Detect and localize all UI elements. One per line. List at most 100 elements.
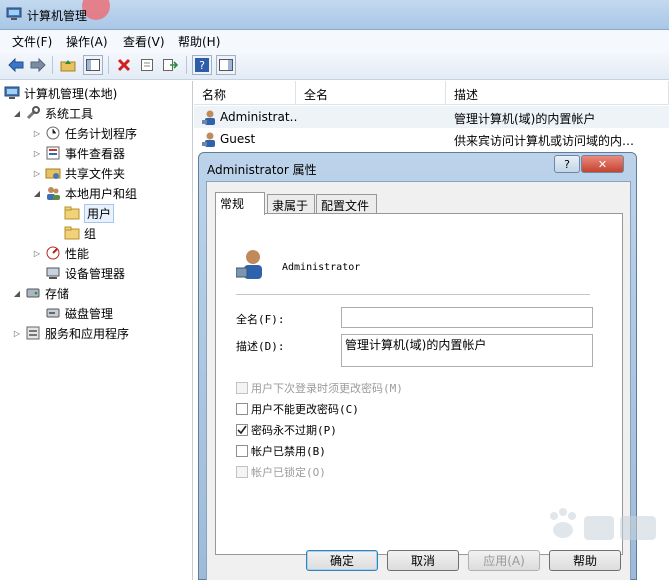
expand-arrow-icon[interactable]: ▷	[32, 149, 42, 158]
performance-icon	[45, 245, 61, 261]
tab-general[interactable]: 常规	[215, 192, 265, 215]
checkbox-label: 帐户已锁定(O)	[251, 466, 326, 479]
event-viewer-icon	[45, 145, 61, 161]
tree-item-label: 计算机管理(本地)	[24, 86, 118, 101]
toolbar-separator	[186, 56, 187, 74]
action-pane-icon[interactable]	[216, 55, 236, 75]
checkbox-account-locked[interactable]: 帐户已锁定(O)	[236, 464, 326, 480]
back-icon[interactable]	[6, 55, 26, 75]
checkbox-label: 用户下次登录时须更改密码(M)	[251, 382, 403, 395]
checkbox-box[interactable]	[236, 403, 248, 415]
tree-item-label: 本地用户和组	[65, 186, 138, 201]
ok-button[interactable]: 确定	[306, 550, 378, 571]
description-field[interactable]: 管理计算机(域)的内置帐户	[341, 334, 593, 367]
navigation-tree: 计算机管理(本地) ◢ 系统工具 ▷ 任务计划程序 ▷ 事件查看器 ▷ 共享文件…	[0, 81, 193, 580]
shared-folder-icon	[45, 165, 61, 181]
tree-item-shared-folders[interactable]: ▷ 共享文件夹	[32, 163, 125, 183]
checkbox-box[interactable]	[236, 466, 248, 478]
tab-profile[interactable]: 配置文件	[316, 194, 377, 214]
checkbox-box[interactable]	[236, 382, 248, 394]
expand-arrow-icon[interactable]: ▷	[32, 249, 42, 258]
storage-icon	[25, 285, 41, 301]
up-folder-icon[interactable]	[58, 55, 78, 75]
checkbox-box[interactable]	[236, 424, 248, 436]
checkbox-box[interactable]	[236, 445, 248, 457]
services-icon	[25, 325, 41, 341]
user-icon	[202, 131, 218, 150]
expand-arrow-icon[interactable]: ▷	[12, 329, 22, 338]
tab-member-of[interactable]: 隶属于	[267, 194, 315, 214]
user-name-cell: Guest	[220, 132, 256, 146]
tree-item-task-scheduler[interactable]: ▷ 任务计划程序	[32, 123, 137, 143]
forward-icon[interactable]	[28, 55, 48, 75]
tree-item-label: 性能	[65, 246, 90, 261]
column-header-description[interactable]: 描述	[446, 81, 669, 105]
disk-icon	[45, 305, 61, 321]
menu-view[interactable]: 查看(V)	[123, 33, 165, 50]
export-list-icon[interactable]	[160, 55, 180, 75]
menu-action[interactable]: 操作(A)	[66, 33, 108, 50]
checkbox-label: 帐户已禁用(B)	[251, 445, 326, 458]
tree-item-users[interactable]: 用户	[64, 203, 115, 223]
cancel-button[interactable]: 取消	[387, 550, 459, 571]
tree-item-storage[interactable]: ◢ 存储	[12, 283, 69, 303]
folder-icon	[64, 225, 80, 241]
menu-file[interactable]: 文件(F)	[12, 33, 52, 50]
tree-item-device-manager[interactable]: 设备管理器	[45, 263, 125, 283]
checkbox-password-never-expires[interactable]: 密码永不过期(P)	[236, 422, 337, 438]
clock-icon	[45, 125, 61, 141]
tree-item-groups[interactable]: 组	[64, 223, 96, 243]
properties-icon[interactable]	[137, 55, 157, 75]
dialog-help-button[interactable]: ?	[554, 155, 580, 173]
expand-arrow-icon[interactable]: ▷	[32, 129, 42, 138]
tree-item-computer-management[interactable]: 计算机管理(本地)	[4, 83, 117, 103]
tree-item-event-viewer[interactable]: ▷ 事件查看器	[32, 143, 125, 163]
user-description-cell: 管理计算机(域)的内置帐户	[454, 112, 596, 126]
tree-item-label: 共享文件夹	[65, 166, 126, 181]
collapse-arrow-icon[interactable]: ◢	[12, 109, 22, 118]
tree-item-local-users-groups[interactable]: ◢ 本地用户和组	[32, 183, 137, 203]
user-name-cell: Administrat…	[220, 110, 298, 124]
check-icon	[237, 425, 247, 435]
fullname-label: 全名(F):	[236, 313, 285, 326]
window-title: 计算机管理	[27, 9, 88, 23]
delete-icon[interactable]	[114, 55, 134, 75]
tree-item-services-applications[interactable]: ▷ 服务和应用程序	[12, 323, 129, 343]
help-icon[interactable]: ?	[192, 55, 212, 75]
column-header-name[interactable]: 名称	[194, 81, 296, 105]
dialog-close-button[interactable]: ✕	[581, 155, 624, 173]
menu-help[interactable]: 帮助(H)	[178, 33, 220, 50]
tree-item-label: 组	[84, 226, 97, 241]
user-large-icon	[235, 248, 266, 283]
column-header-fullname[interactable]: 全名	[296, 81, 446, 105]
fullname-field[interactable]	[341, 307, 593, 328]
toolbar-separator	[52, 56, 53, 74]
computer-management-icon	[6, 7, 22, 21]
tree-item-label: 存储	[45, 286, 70, 301]
device-manager-icon	[45, 265, 61, 281]
checkbox-cannot-change-password[interactable]: 用户不能更改密码(C)	[236, 401, 359, 417]
collapse-arrow-icon[interactable]: ◢	[12, 289, 22, 298]
collapse-arrow-icon[interactable]: ◢	[32, 189, 42, 198]
tree-item-system-tools[interactable]: ◢ 系统工具	[12, 103, 93, 123]
apply-button[interactable]: 应用(A)	[468, 550, 540, 571]
tree-item-performance[interactable]: ▷ 性能	[32, 243, 89, 263]
description-label: 描述(D):	[236, 340, 285, 353]
computer-icon	[4, 85, 20, 101]
checkbox-must-change-password[interactable]: 用户下次登录时须更改密码(M)	[236, 380, 403, 396]
toolbar-separator	[108, 56, 109, 74]
tree-item-disk-management[interactable]: 磁盘管理	[45, 303, 113, 323]
user-icon	[202, 109, 218, 128]
svg-text:?: ?	[199, 59, 205, 72]
checkbox-label: 用户不能更改密码(C)	[251, 403, 359, 416]
tools-icon	[25, 105, 41, 121]
checkbox-label: 密码永不过期(P)	[251, 424, 337, 437]
expand-arrow-icon[interactable]: ▷	[32, 169, 42, 178]
dialog-title: Administrator 属性	[207, 163, 317, 177]
title-bar: 计算机管理	[0, 0, 669, 30]
checkbox-account-disabled[interactable]: 帐户已禁用(B)	[236, 443, 326, 459]
show-hide-tree-icon[interactable]	[83, 55, 103, 75]
table-row[interactable]: Guest 供来宾访问计算机或访问域的内…	[194, 128, 669, 150]
table-row[interactable]: Administrat… 管理计算机(域)的内置帐户	[194, 106, 669, 128]
help-button[interactable]: 帮助	[549, 550, 621, 571]
